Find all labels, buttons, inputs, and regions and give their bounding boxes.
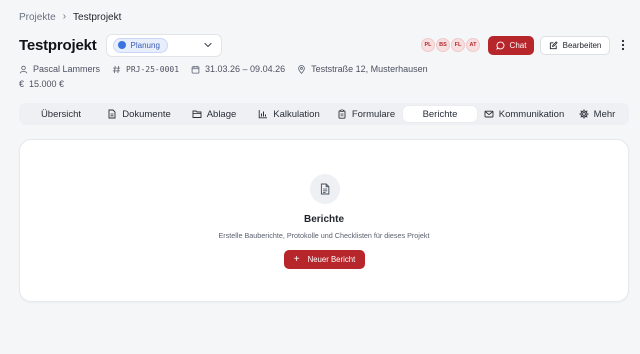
meta-owner: Pascal Lammers — [19, 64, 100, 74]
tab-berichte[interactable]: Berichte — [403, 106, 477, 122]
chat-button-label: Chat — [509, 40, 527, 50]
calendar-icon — [191, 65, 200, 74]
folder-icon — [192, 110, 202, 118]
header-actions: PL BS FL AT Chat Bearbeiten — [421, 35, 628, 55]
tab-mehr[interactable]: Mehr — [571, 106, 623, 122]
avatar[interactable]: AT — [466, 38, 480, 52]
report-document-icon — [310, 174, 340, 204]
avatar[interactable]: FL — [451, 38, 465, 52]
avatar[interactable]: PL — [421, 38, 435, 52]
edit-icon — [549, 40, 558, 49]
empty-state-title: Berichte — [303, 214, 344, 225]
chat-button[interactable]: Chat — [488, 35, 534, 55]
more-vertical-icon — [621, 39, 625, 51]
more-options-button[interactable] — [618, 36, 628, 55]
chat-bubble-icon — [495, 41, 504, 50]
project-meta-budget: € 15.000 € — [19, 78, 76, 90]
tab-kalkulation[interactable]: Kalkulation — [249, 106, 329, 122]
breadcrumb-current: Testprojekt — [73, 11, 122, 23]
breadcrumb-link-projekte[interactable]: Projekte — [19, 12, 56, 23]
tab-label: Berichte — [422, 108, 458, 120]
project-period: 31.03.26 – 09.04.26 — [205, 64, 286, 74]
bar-chart-icon — [259, 110, 268, 119]
status-select[interactable]: Planung — [105, 33, 222, 57]
project-meta: Pascal Lammers PRJ-25-0001 31.03.26 – 09… — [19, 63, 440, 75]
tab-label: Kalkulation — [273, 108, 320, 120]
user-icon — [19, 65, 28, 73]
breadcrumb: Projekte › Testprojekt — [19, 11, 121, 23]
euro-icon: € — [19, 79, 25, 89]
tab-dokumente[interactable]: Dokumente — [99, 106, 179, 122]
meta-address: Teststraße 12, Musterhausen — [297, 64, 428, 74]
map-pin-icon — [298, 64, 305, 74]
tab-bar: Übersicht Dokumente Ablage Kalkulation F… — [19, 103, 629, 125]
owner-name: Pascal Lammers — [33, 64, 101, 74]
tab-uebersicht[interactable]: Übersicht — [23, 106, 99, 122]
project-address: Teststraße 12, Musterhausen — [311, 64, 428, 74]
reports-empty-state: Berichte Erstelle Bauberichte, Protokoll… — [19, 139, 629, 302]
edit-button[interactable]: Bearbeiten — [540, 35, 610, 55]
edit-button-label: Bearbeiten — [562, 40, 602, 50]
meta-number: PRJ-25-0001 — [112, 65, 179, 74]
status-badge: Planung — [112, 37, 168, 53]
team-avatars: PL BS FL AT — [421, 38, 480, 52]
document-icon — [108, 109, 116, 119]
tab-formulare[interactable]: Formulare — [329, 106, 403, 122]
meta-period: 31.03.26 – 09.04.26 — [191, 64, 285, 74]
mail-icon — [484, 110, 494, 118]
project-number: PRJ-25-0001 — [126, 64, 180, 74]
tab-label: Formulare — [351, 108, 396, 120]
chevron-down-icon — [203, 42, 212, 48]
tab-ablage[interactable]: Ablage — [179, 106, 249, 122]
gear-icon — [579, 109, 589, 119]
avatar[interactable]: BS — [436, 38, 450, 52]
status-dot-icon — [117, 41, 126, 49]
tab-label: Mehr — [593, 108, 616, 120]
title-row: Testprojekt Planung — [19, 33, 222, 57]
breadcrumb-separator-icon: › — [62, 11, 67, 22]
tab-label: Ablage — [206, 108, 237, 120]
page-title: Testprojekt — [19, 36, 97, 54]
meta-budget: € 15.000 € — [19, 79, 64, 89]
clipboard-icon — [338, 109, 346, 119]
tab-label: Dokumente — [122, 108, 171, 120]
empty-state-description: Erstelle Bauberichte, Protokolle und Che… — [218, 231, 430, 240]
tab-kommunikation[interactable]: Kommunikation — [477, 106, 571, 122]
document-icon — [320, 183, 330, 195]
project-budget: 15.000 € — [29, 79, 65, 89]
tab-label: Kommunikation — [498, 108, 565, 120]
new-report-button[interactable]: + Neuer Bericht — [284, 250, 365, 269]
plus-icon: + — [293, 253, 300, 265]
tab-label: Übersicht — [40, 108, 82, 120]
hash-icon — [112, 65, 121, 73]
new-report-label: Neuer Bericht — [307, 255, 356, 264]
status-label: Planung — [130, 40, 160, 50]
